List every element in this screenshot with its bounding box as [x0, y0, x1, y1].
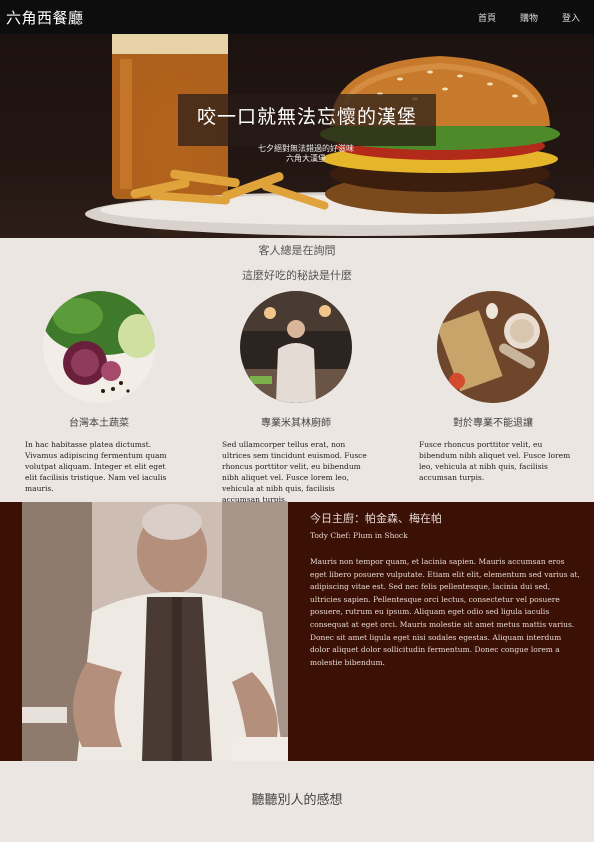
feature-text-professional: Fusce rhoncus porttitor velit, eu bibend… — [419, 440, 571, 482]
feature-title-professional: 對於專業不能退讓 — [453, 418, 533, 429]
nav-link-home[interactable]: 首頁 — [478, 11, 496, 24]
chef-kitchen-image — [240, 291, 352, 403]
testimonials-heading: 聽聽別人的感想 — [251, 793, 343, 808]
vegetables-image — [43, 291, 155, 403]
nav-link-login[interactable]: 登入 — [562, 11, 580, 24]
feature-text-chef: Sed ullamcorper tellus erat, non ultrice… — [222, 440, 367, 504]
feature-text-vegetables: In hac habitasse platea dictumst. Vivamu… — [25, 440, 167, 493]
hero-title: 咬一口就無法忘懷的漢堡 — [196, 106, 417, 128]
chef-title: 今日主廚：帕金森、梅在帕 — [310, 512, 442, 525]
nav-link-shop[interactable]: 購物 — [520, 11, 538, 24]
top-navbar: 六角西餐廳 首頁 購物 登入 — [0, 0, 594, 34]
nav-menu: 首頁 購物 登入 — [478, 11, 580, 24]
food-prep-image — [437, 291, 549, 403]
brand-logo[interactable]: 六角西餐廳 — [6, 7, 84, 28]
hero-subtitle-line2: 六角大漢堡 — [286, 154, 326, 163]
chef-subtitle: Tody Chef: Plum in Shock — [310, 531, 408, 540]
hero-subtitle-line1: 七夕絕對無法錯過的好滋味 — [258, 144, 354, 153]
chef-portrait-image — [22, 502, 288, 761]
feature-title-vegetables: 台灣本土蔬菜 — [69, 418, 129, 429]
hero-banner: 咬一口就無法忘懷的漢堡 七夕絕對無法錯過的好滋味 六角大漢堡 — [0, 34, 594, 238]
chef-description: Mauris non tempor quam, et lacinia sapie… — [310, 557, 580, 667]
feature-title-chef: 專業米其林廚師 — [261, 418, 331, 429]
features-heading: 客人總是在詢問 — [258, 244, 336, 257]
hero-subtitle: 七夕絕對無法錯過的好滋味 六角大漢堡 — [0, 144, 594, 164]
features-subheading: 這麼好吃的秘訣是什麼 — [242, 269, 352, 282]
